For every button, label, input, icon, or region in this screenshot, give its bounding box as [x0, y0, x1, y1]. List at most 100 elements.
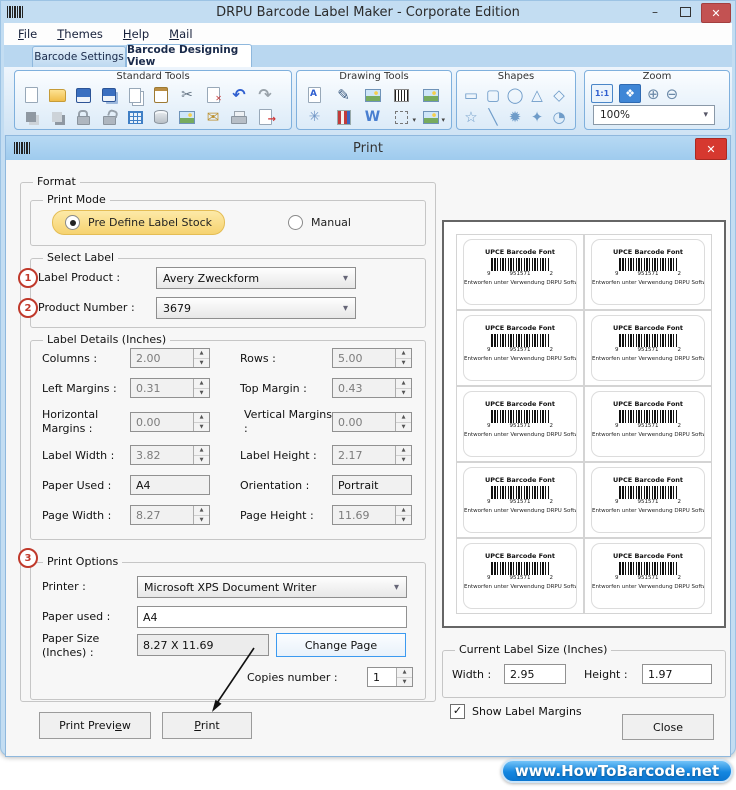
print-icon[interactable] [226, 106, 252, 128]
four-point-star-shape-icon[interactable]: ✦ [526, 106, 548, 128]
page-height-label: Page Height : [240, 509, 314, 522]
label-product-dropdown[interactable]: Avery Zweckform [156, 267, 356, 289]
dialog-close-button[interactable]: ✕ [695, 138, 727, 160]
minimize-button[interactable]: – [641, 3, 669, 21]
undo-icon[interactable]: ↶ [226, 84, 252, 106]
copies-number-spinner[interactable]: ▲▼ [396, 668, 412, 686]
show-label-margins-row[interactable]: Show Label Margins [450, 704, 582, 719]
print-mode-manual-option[interactable]: Manual [288, 215, 351, 230]
label-width-spinner[interactable]: ▲▼ [193, 446, 209, 464]
top-margin-field[interactable]: 0.43▲▼ [332, 378, 412, 398]
close-button[interactable]: Close [622, 714, 714, 740]
text-tool-icon[interactable] [300, 84, 329, 106]
paper-used-details-field[interactable]: A4 [130, 475, 210, 495]
zoom-out-icon[interactable]: ⊖ [666, 85, 679, 103]
cut-icon[interactable]: ✂ [174, 84, 200, 106]
horizontal-margins-spinner[interactable]: ▲▼ [193, 413, 209, 431]
seal-shape-icon[interactable]: ✹ [504, 106, 526, 128]
step-3-badge: 3 [18, 548, 38, 568]
vertical-margins-field[interactable]: 0.00▲▼ [332, 412, 412, 432]
fit-to-window-icon[interactable]: ❖ [619, 84, 641, 103]
line-shape-icon[interactable]: ╲ [482, 106, 504, 128]
zoom-in-icon[interactable]: ⊕ [647, 85, 660, 103]
maximize-icon [680, 7, 691, 17]
copies-number-field[interactable]: 1▲▼ [367, 667, 413, 687]
print-mode-predefine-option[interactable]: Pre Define Label Stock [52, 210, 225, 235]
paste-icon[interactable] [148, 84, 174, 106]
diamond-shape-icon[interactable]: ◇ [548, 84, 570, 106]
triangle-shape-icon[interactable]: △ [526, 84, 548, 106]
database-icon[interactable] [148, 106, 174, 128]
barcode-tool-icon[interactable] [387, 84, 416, 106]
menu-help[interactable]: Help [115, 25, 157, 43]
zoom-level-dropdown[interactable]: 100% [593, 105, 715, 125]
product-number-dropdown[interactable]: 3679 [156, 297, 356, 319]
frame-tool-icon[interactable] [387, 106, 416, 128]
bring-to-front-icon[interactable] [18, 106, 44, 128]
pencil-tool-icon[interactable]: ✎ [329, 84, 358, 106]
columns-spinner[interactable]: ▲▼ [193, 349, 209, 367]
redo-icon[interactable]: ↷ [252, 84, 278, 106]
rectangle-shape-icon[interactable]: ▭ [460, 84, 482, 106]
tab-barcode-settings[interactable]: Barcode Settings [32, 46, 126, 67]
left-margins-spinner[interactable]: ▲▼ [193, 379, 209, 397]
page-height-spinner[interactable]: ▲▼ [395, 506, 411, 524]
save-all-icon[interactable] [96, 84, 122, 106]
close-window-button[interactable]: ✕ [701, 3, 731, 23]
howtobarcode-badge[interactable]: www.HowToBarcode.net [501, 759, 733, 783]
unlock-icon[interactable] [96, 106, 122, 128]
custom-shape-tool-icon[interactable]: ✳ [300, 106, 329, 128]
orientation-field[interactable]: Portrait [332, 475, 412, 495]
rows-field[interactable]: 5.00▲▼ [332, 348, 412, 368]
rows-spinner[interactable]: ▲▼ [395, 349, 411, 367]
radio-selected-icon[interactable] [65, 215, 80, 230]
label-height-field[interactable]: 2.17▲▼ [332, 445, 412, 465]
page-width-field[interactable]: 8.27▲▼ [130, 505, 210, 525]
delete-icon[interactable] [200, 84, 226, 106]
rounded-rectangle-shape-icon[interactable]: ▢ [482, 84, 504, 106]
menu-file[interactable]: File [10, 25, 45, 43]
export-page-icon[interactable] [252, 106, 278, 128]
label-height-spinner[interactable]: ▲▼ [395, 446, 411, 464]
ellipse-shape-icon[interactable]: ◯ [504, 84, 526, 106]
image-export-icon[interactable] [174, 106, 200, 128]
tab-barcode-designing-view[interactable]: Barcode Designing View [126, 44, 252, 67]
show-label-margins-checkbox[interactable] [450, 704, 465, 719]
height-field[interactable]: 1.97 [642, 664, 712, 684]
paper-used-field[interactable]: A4 [137, 606, 407, 628]
grid-icon[interactable] [122, 106, 148, 128]
top-margin-spinner[interactable]: ▲▼ [395, 379, 411, 397]
library-tool-icon[interactable] [329, 106, 358, 128]
open-file-icon[interactable] [44, 84, 70, 106]
clipart-tool-icon[interactable] [416, 106, 445, 128]
label-cell: UPCE Barcode Font99515712Entworfen unter… [584, 386, 712, 462]
picture-tool-icon[interactable] [358, 84, 387, 106]
left-margins-field[interactable]: 0.31▲▼ [130, 378, 210, 398]
maximize-button[interactable] [671, 3, 699, 21]
new-file-icon[interactable] [18, 84, 44, 106]
copy-icon[interactable] [122, 84, 148, 106]
radio-unselected-icon[interactable] [288, 215, 303, 230]
vertical-margins-spinner[interactable]: ▲▼ [395, 413, 411, 431]
menu-themes[interactable]: Themes [49, 25, 111, 43]
horizontal-margins-field[interactable]: 0.00▲▼ [130, 412, 210, 432]
width-field[interactable]: 2.95 [504, 664, 566, 684]
arc-shape-icon[interactable]: ◔ [548, 106, 570, 128]
page-width-spinner[interactable]: ▲▼ [193, 506, 209, 524]
lock-icon[interactable] [70, 106, 96, 128]
page-height-field[interactable]: 11.69▲▼ [332, 505, 412, 525]
image-crop-tool-icon[interactable] [416, 84, 445, 106]
star-shape-icon[interactable]: ☆ [460, 106, 482, 128]
printer-dropdown[interactable]: Microsoft XPS Document Writer [137, 576, 407, 598]
actual-size-icon[interactable]: 1:1 [591, 84, 613, 103]
email-icon[interactable]: ✉ [200, 106, 226, 128]
save-icon[interactable] [70, 84, 96, 106]
menu-mail[interactable]: Mail [161, 25, 200, 43]
change-page-button[interactable]: Change Page [276, 633, 406, 657]
print-preview-button[interactable]: Print Preview [39, 712, 151, 739]
send-to-back-icon[interactable] [44, 106, 70, 128]
watermark-tool-icon[interactable]: W [358, 106, 387, 128]
label-width-field[interactable]: 3.82▲▼ [130, 445, 210, 465]
columns-field[interactable]: 2.00▲▼ [130, 348, 210, 368]
print-dialog-header[interactable]: Print ✕ [6, 136, 730, 160]
